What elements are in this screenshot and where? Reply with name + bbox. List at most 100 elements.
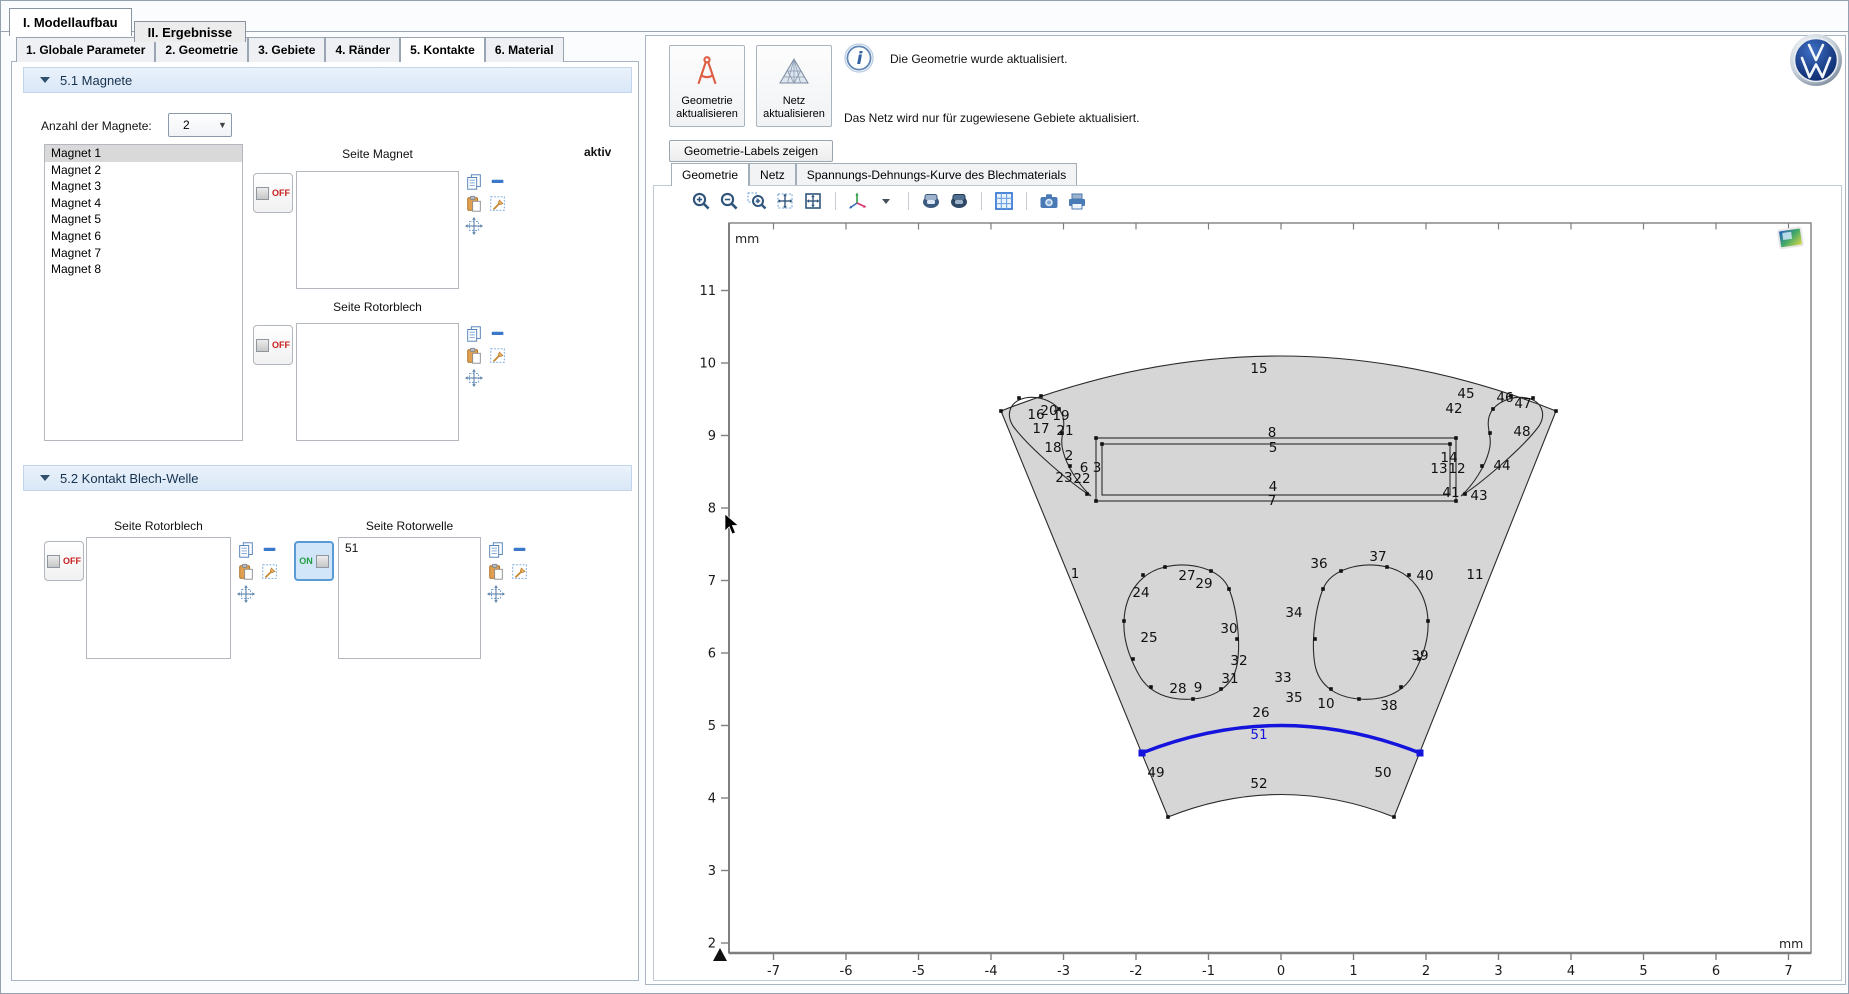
y-tick-label: 10 bbox=[699, 357, 716, 372]
main-tab-ii-ergebnisse[interactable]: II. Ergebnisse bbox=[134, 21, 247, 42]
edge-label-15: 15 bbox=[1250, 361, 1267, 377]
paste-icon[interactable] bbox=[237, 563, 255, 581]
show-geometry-labels-button[interactable]: Geometrie-Labels zeigen bbox=[669, 140, 833, 162]
paste-icon[interactable] bbox=[465, 195, 483, 213]
toolbar-separator bbox=[835, 192, 836, 210]
update-geometry-button[interactable]: Geometrie aktualisieren bbox=[669, 45, 745, 127]
copy-icon[interactable] bbox=[465, 325, 483, 343]
zoom-selected-icon[interactable] bbox=[465, 369, 483, 387]
edge-label-21: 21 bbox=[1056, 423, 1073, 439]
x-tick-label: -6 bbox=[840, 964, 853, 979]
edge-label-2: 2 bbox=[1065, 448, 1074, 464]
magnet-list-item[interactable]: Magnet 4 bbox=[45, 195, 242, 212]
axes-orientation-icon[interactable] bbox=[847, 190, 869, 212]
zoom-selected-icon[interactable] bbox=[487, 585, 505, 603]
clear-selection-icon[interactable] bbox=[511, 563, 529, 581]
update-mesh-button[interactable]: Netz aktualisieren bbox=[756, 45, 832, 127]
y-tick-label: 7 bbox=[708, 574, 716, 589]
edge-label-24: 24 bbox=[1132, 585, 1149, 601]
kontakt-rotorwelle-listbox[interactable]: 51 bbox=[338, 537, 481, 659]
kontakt-rotorwelle-toggle[interactable]: ON bbox=[294, 541, 334, 581]
zoom-out-icon[interactable] bbox=[718, 190, 740, 212]
edge-label-9: 9 bbox=[1194, 680, 1203, 696]
side-rotorblech-toggle[interactable]: OFF bbox=[253, 325, 293, 365]
zoom-in-icon[interactable] bbox=[690, 190, 712, 212]
copy-icon[interactable] bbox=[465, 173, 483, 191]
kontakt-rotorblech-listbox[interactable] bbox=[86, 537, 231, 659]
fit-view-icon[interactable] bbox=[802, 190, 824, 212]
view-tab-netz[interactable]: Netz bbox=[749, 163, 796, 186]
clear-selection-icon[interactable] bbox=[261, 563, 279, 581]
edge-label-45: 45 bbox=[1457, 386, 1474, 402]
sub-tab-3-gebiete[interactable]: 3. Gebiete bbox=[248, 37, 325, 62]
toolbar-separator bbox=[981, 192, 982, 210]
x-tick-label: -2 bbox=[1130, 964, 1143, 979]
grid-icon[interactable] bbox=[993, 190, 1015, 212]
snapshot-icon[interactable] bbox=[1038, 190, 1060, 212]
magnet-list-item[interactable]: Magnet 6 bbox=[45, 228, 242, 245]
x-tick-label: 4 bbox=[1567, 964, 1575, 979]
magnet-list-item[interactable]: Magnet 3 bbox=[45, 178, 242, 195]
export-image-icon[interactable] bbox=[920, 190, 942, 212]
magnet-list[interactable]: Magnet 1Magnet 2Magnet 3Magnet 4Magnet 5… bbox=[44, 144, 243, 441]
edge-label-37: 37 bbox=[1369, 549, 1386, 565]
zoom-selected-icon[interactable] bbox=[465, 217, 483, 235]
magnet-list-item[interactable]: Magnet 5 bbox=[45, 211, 242, 228]
export-clipboard-icon[interactable] bbox=[948, 190, 970, 212]
zoom-extents-icon[interactable] bbox=[774, 190, 796, 212]
copy-icon[interactable] bbox=[487, 541, 505, 559]
kontakt-rotorblech-toggle[interactable]: OFF bbox=[44, 541, 84, 581]
geometry-plot[interactable]: -7-6-5-4-3-2-101234567234567891011 mm mm… bbox=[651, 219, 1846, 979]
edge-label-7: 7 bbox=[1268, 493, 1277, 509]
magnet-list-item[interactable]: Magnet 1 bbox=[45, 145, 242, 162]
x-tick-label: 6 bbox=[1712, 964, 1720, 979]
section-magnete-header[interactable]: 5.1 Magnete bbox=[23, 67, 632, 93]
view-tab-geometrie[interactable]: Geometrie bbox=[671, 163, 749, 186]
remove-icon[interactable] bbox=[511, 541, 529, 559]
edge-label-12: 12 bbox=[1448, 461, 1465, 477]
side-magnet-listbox[interactable] bbox=[296, 171, 459, 289]
copy-icon[interactable] bbox=[237, 541, 255, 559]
view-tab-spannungs-dehnungs-kurve-des-blechmaterials[interactable]: Spannungs-Dehnungs-Kurve des Blechmateri… bbox=[796, 163, 1077, 186]
side-rotorblech-listbox[interactable] bbox=[296, 323, 459, 441]
magnet-list-item[interactable]: Magnet 7 bbox=[45, 245, 242, 262]
zoom-selected-icon[interactable] bbox=[237, 585, 255, 603]
magnet-count-dropdown[interactable]: 2 ▼ bbox=[168, 113, 232, 137]
remove-icon[interactable] bbox=[489, 173, 507, 191]
section-kontakt-header[interactable]: 5.2 Kontakt Blech-Welle bbox=[23, 465, 632, 491]
edge-label-10: 10 bbox=[1317, 696, 1334, 712]
remove-icon[interactable] bbox=[261, 541, 279, 559]
edge-label-34: 34 bbox=[1285, 605, 1302, 621]
plot-image-icon[interactable] bbox=[1778, 227, 1803, 248]
toggle-knob bbox=[47, 555, 60, 568]
section-kontakt-title: 5.2 Kontakt Blech-Welle bbox=[60, 471, 199, 486]
edge-label-39: 39 bbox=[1411, 648, 1428, 664]
print-icon[interactable] bbox=[1066, 190, 1088, 212]
magnet-list-item[interactable]: Magnet 8 bbox=[45, 261, 242, 278]
paste-icon[interactable] bbox=[487, 563, 505, 581]
x-tick-label: 1 bbox=[1349, 964, 1357, 979]
edge-label-33: 33 bbox=[1274, 670, 1291, 686]
edge-label-43: 43 bbox=[1470, 488, 1487, 504]
edge-label-32: 32 bbox=[1230, 653, 1247, 669]
remove-icon[interactable] bbox=[489, 325, 507, 343]
sub-tab-4-ränder[interactable]: 4. Ränder bbox=[325, 37, 400, 62]
edge-label-5: 5 bbox=[1269, 440, 1278, 456]
sub-tab-5-kontakte[interactable]: 5. Kontakte bbox=[400, 37, 485, 62]
clear-selection-icon[interactable] bbox=[489, 347, 507, 365]
magnet-count-label: Anzahl der Magnete: bbox=[41, 119, 152, 133]
sub-tab-6-material[interactable]: 6. Material bbox=[485, 37, 564, 62]
side-magnet-toggle[interactable]: OFF bbox=[253, 173, 293, 213]
edge-label-28: 28 bbox=[1169, 681, 1186, 697]
caret-down-icon[interactable] bbox=[875, 190, 897, 212]
edge-label-42: 42 bbox=[1445, 401, 1462, 417]
zoom-box-icon[interactable] bbox=[746, 190, 768, 212]
kontakt-rotorblech-icon-cluster bbox=[237, 541, 281, 604]
info-message-mesh: Das Netz wird nur für zugewiesene Gebiet… bbox=[844, 111, 1139, 125]
edge-label-35: 35 bbox=[1285, 690, 1302, 706]
main-tab-i-modellaufbau[interactable]: I. Modellaufbau bbox=[9, 8, 132, 36]
clear-selection-icon[interactable] bbox=[489, 195, 507, 213]
paste-icon[interactable] bbox=[465, 347, 483, 365]
magnet-list-item[interactable]: Magnet 2 bbox=[45, 162, 242, 179]
edge-label-50: 50 bbox=[1374, 765, 1391, 781]
